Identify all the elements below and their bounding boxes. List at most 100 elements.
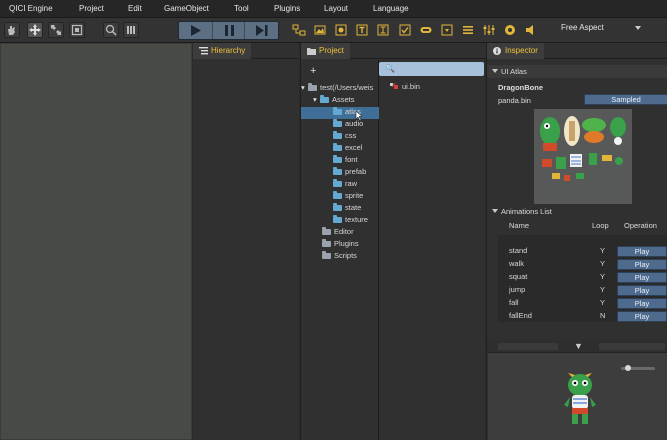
- node-tool-button[interactable]: [292, 23, 306, 37]
- animation-name: squat: [509, 272, 528, 281]
- animation-name: walk: [509, 259, 525, 268]
- animation-name: fall: [509, 298, 519, 307]
- menu-tool[interactable]: Tool: [234, 4, 249, 13]
- preview-speed-slider[interactable]: [621, 365, 655, 371]
- animation-name: jump: [509, 285, 526, 294]
- slider-tool-button[interactable]: [482, 23, 496, 37]
- animation-loop: N: [600, 311, 606, 320]
- tree-node-texture[interactable]: texture: [333, 215, 368, 227]
- tree-node-excel[interactable]: excel: [333, 143, 363, 155]
- particle-tool-button[interactable]: [503, 23, 517, 37]
- tree-node-raw[interactable]: raw: [333, 179, 357, 191]
- tree-node-editor[interactable]: Editor: [322, 227, 354, 239]
- project-search-input[interactable]: 🔍: [379, 62, 484, 76]
- aspect-ratio-select[interactable]: Free Aspect: [561, 23, 641, 37]
- slider-handle[interactable]: [625, 365, 631, 371]
- binary-file-icon: [390, 82, 398, 89]
- menu-layout[interactable]: Layout: [324, 4, 348, 13]
- play-animation-button[interactable]: Play: [617, 298, 667, 309]
- file-item-label: ui.bin: [402, 82, 420, 91]
- play-animation-button[interactable]: Play: [617, 285, 667, 296]
- tree-node-css[interactable]: css: [333, 131, 356, 143]
- ui-atlas-section-header[interactable]: UI Atlas: [487, 65, 667, 78]
- project-tree: + ▾ test(/Users/weis ▾ Assets atlas audio …: [301, 60, 379, 440]
- play-animation-button[interactable]: Play: [617, 246, 667, 257]
- zoom-icon: [105, 24, 117, 36]
- sampled-button[interactable]: Sampled: [584, 94, 667, 105]
- animation-loop: Y: [600, 259, 606, 268]
- play-icon: [191, 25, 201, 36]
- rich-text-tool-button[interactable]: [376, 23, 390, 37]
- sprite-tool-button[interactable]: [334, 23, 348, 37]
- tree-node-label: Plugins: [334, 239, 359, 248]
- folder-icon: [333, 107, 342, 115]
- divider-bar-right: [599, 343, 665, 350]
- play-button[interactable]: [179, 22, 212, 39]
- panda-character-icon: [564, 373, 596, 424]
- menu-plugins[interactable]: Plugins: [274, 4, 300, 13]
- zoom-button[interactable]: [103, 22, 119, 38]
- tree-node-font[interactable]: font: [333, 155, 358, 167]
- tab-inspector-label: Inspector: [505, 46, 538, 55]
- step-button[interactable]: [245, 22, 278, 39]
- play-animation-button[interactable]: Play: [617, 259, 667, 270]
- add-asset-button[interactable]: +: [310, 65, 316, 77]
- dropdown-tool-button[interactable]: [440, 23, 454, 37]
- tree-node-assets[interactable]: ▾ Assets: [313, 95, 355, 107]
- chevron-down-icon: [635, 26, 641, 30]
- animation-name: fallEnd: [509, 311, 532, 320]
- file-item-ui-bin[interactable]: ui.bin: [389, 82, 420, 91]
- button-tool-button[interactable]: [419, 23, 433, 37]
- tab-inspector[interactable]: Inspector: [487, 43, 544, 59]
- rect-tool-button[interactable]: [69, 22, 85, 38]
- dragonbone-icon: [505, 25, 515, 35]
- move-tool-button[interactable]: [27, 22, 43, 38]
- tree-node-scripts[interactable]: Scripts: [322, 251, 357, 263]
- scene-viewport[interactable]: [0, 43, 192, 440]
- preview-divider[interactable]: ▼: [487, 340, 667, 352]
- image-tool-button[interactable]: [313, 23, 327, 37]
- tree-node-atlas[interactable]: atlas: [301, 107, 379, 119]
- toggle-tool-button[interactable]: [398, 23, 412, 37]
- folder-icon: [333, 191, 342, 199]
- folder-icon: [322, 239, 331, 247]
- playback-controls: [178, 21, 279, 40]
- tree-node-state[interactable]: state: [333, 203, 361, 215]
- stats-button[interactable]: [123, 22, 139, 38]
- tab-project[interactable]: Project: [301, 43, 350, 59]
- menu-edit[interactable]: Edit: [128, 4, 142, 13]
- pause-button[interactable]: [212, 22, 245, 39]
- folder-icon: [333, 143, 342, 151]
- text-tool-button[interactable]: [355, 23, 369, 37]
- column-header-name: Name: [509, 221, 530, 230]
- animation-preview[interactable]: [488, 352, 667, 440]
- tab-hierarchy[interactable]: Hierarchy: [193, 43, 252, 59]
- image-icon: [314, 25, 326, 35]
- tree-node-plugins[interactable]: Plugins: [322, 239, 359, 251]
- button-icon: [420, 27, 432, 33]
- folder-icon: [333, 203, 342, 211]
- atlas-preview-image: [534, 109, 632, 204]
- menu-project[interactable]: Project: [79, 4, 104, 13]
- checkbox-icon: [399, 24, 411, 36]
- tab-project-label: Project: [319, 46, 344, 55]
- play-animation-button[interactable]: Play: [617, 272, 667, 283]
- hand-icon: [8, 26, 15, 35]
- move-arrows-icon: [29, 24, 41, 36]
- scale-tool-button[interactable]: [48, 22, 64, 38]
- dropdown-icon: [441, 24, 453, 36]
- menu-qici-engine[interactable]: QICI Engine: [9, 4, 53, 13]
- animations-section-header[interactable]: Animations List: [487, 207, 667, 220]
- tree-node-root[interactable]: ▾ test(/Users/weis: [301, 83, 373, 95]
- list-tool-button[interactable]: [461, 23, 475, 37]
- stats-icon: [127, 26, 135, 34]
- tree-node-sprite[interactable]: sprite: [333, 191, 363, 203]
- folder-icon: [307, 48, 316, 55]
- menu-language[interactable]: Language: [373, 4, 409, 13]
- tree-node-label: sprite: [345, 191, 364, 200]
- sound-tool-button[interactable]: [524, 23, 538, 37]
- play-animation-button[interactable]: Play: [617, 311, 667, 322]
- hand-tool-button[interactable]: [4, 22, 20, 38]
- tree-node-prefab[interactable]: prefab: [333, 167, 366, 179]
- menu-gameobject[interactable]: GameObject: [164, 4, 209, 13]
